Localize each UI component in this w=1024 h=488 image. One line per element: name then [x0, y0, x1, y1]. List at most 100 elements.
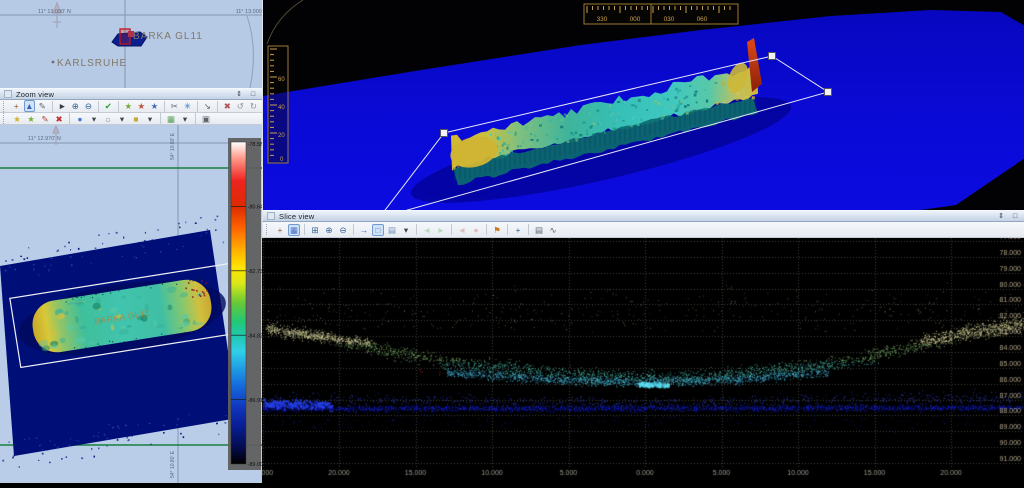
cut-tool-icon[interactable]: ✂: [169, 100, 180, 112]
info-icon[interactable]: ▣: [200, 113, 212, 125]
lon-label-bottom: 54° 10.80' E: [170, 450, 176, 478]
toolbar-grip: [3, 113, 7, 124]
maximize-button[interactable]: □: [1009, 211, 1021, 222]
folder-caret-icon[interactable]: ▾: [144, 113, 156, 125]
pan-tool-icon[interactable]: +: [274, 224, 286, 236]
toolbar-separator: [164, 101, 165, 112]
layout-caret-icon[interactable]: ▾: [400, 224, 412, 236]
folder-icon[interactable]: ■: [130, 113, 142, 125]
selection-handle[interactable]: [825, 89, 832, 96]
zoom-map-view[interactable]: 11° 12.970' N 54° 10.80' E 54° 10.80' E …: [0, 125, 262, 483]
colorbar-label: -80.64: [248, 205, 263, 211]
zoom-view-toolbar-row1: +▲✎►⊕⊖✔★★★✂✳↘✖↺↻: [0, 100, 262, 113]
toolbar-separator: [451, 224, 452, 235]
flag-icon[interactable]: ⚑: [491, 224, 503, 236]
compass-tick-label: 000: [630, 16, 641, 23]
maximize-button[interactable]: □: [247, 89, 259, 100]
grid-view-icon[interactable]: ▦: [288, 224, 300, 236]
toolbar-separator: [98, 101, 99, 112]
slice-plot[interactable]: [262, 238, 1024, 483]
colorbar-label: -86.91: [248, 398, 263, 404]
play-icon[interactable]: →: [358, 224, 370, 236]
spray-tool-icon[interactable]: ✳: [182, 100, 193, 112]
depth-colorbar: -78.56 -80.64 -82.73 -84.82 -86.91 -89.0…: [228, 138, 262, 470]
profile-icon[interactable]: ∿: [547, 224, 559, 236]
zoom-out-icon[interactable]: ⊖: [83, 100, 94, 112]
colorbar-label: -89.00: [248, 462, 263, 468]
elev-tick-label: 60: [278, 77, 285, 83]
shading-icon[interactable]: ☼: [102, 113, 114, 125]
overview-map-view[interactable]: 11° 13.000' N 11° 13.000' N BARKA GL11 K…: [0, 0, 262, 88]
compass-tick-label: 030: [664, 16, 675, 23]
toolbar-separator: [160, 113, 161, 124]
compass-ruler: 330 000 030 060: [584, 4, 738, 24]
toolbar-separator: [507, 224, 508, 235]
colorbar-label: -84.82: [248, 334, 263, 340]
edit-colors-icon[interactable]: ✎: [39, 113, 51, 125]
colorbar-label: -82.73: [248, 269, 263, 275]
zoom-in-icon[interactable]: ⊕: [70, 100, 81, 112]
pan-tool-icon[interactable]: +: [11, 100, 22, 112]
slice-view-titlebar[interactable]: Slice view ⇕□: [262, 210, 1024, 222]
grid-caret-icon[interactable]: ▾: [179, 113, 191, 125]
palette-caret-icon[interactable]: ▾: [88, 113, 100, 125]
stop-red-icon[interactable]: ●: [470, 224, 482, 236]
layout-single-icon[interactable]: □: [372, 224, 384, 236]
window-icon: [4, 90, 12, 98]
north-select-tool-icon[interactable]: ▲: [24, 100, 35, 112]
zoom-map-panel: 11° 12.970' N 54° 10.80' E 54° 10.80' E …: [0, 125, 262, 483]
shading-caret-icon[interactable]: ▾: [116, 113, 128, 125]
fit-extents-icon[interactable]: ⊞: [309, 224, 321, 236]
view3d-canvas[interactable]: 330 000 030 060 60 40 20 0: [263, 0, 1024, 210]
slice-view-toolbar: +▦⊞⊕⊖→□▤▾◄►◄●⚑+▤∿: [262, 222, 1024, 238]
redo-icon[interactable]: ↻: [248, 100, 259, 112]
grid-display-icon[interactable]: ▦: [165, 113, 177, 125]
palette-icon[interactable]: ●: [74, 113, 86, 125]
report-icon[interactable]: ▤: [533, 224, 545, 236]
place-marker-dot: [52, 61, 55, 64]
application-window: 11° 13.000' N 11° 13.000' N BARKA GL11 K…: [0, 0, 1024, 483]
compass-tick-label: 330: [597, 16, 608, 23]
toolbar-separator: [486, 224, 487, 235]
toolbar-separator: [304, 224, 305, 235]
toolbar-separator: [353, 224, 354, 235]
elev-tick-label: 20: [278, 133, 285, 139]
slice-view-title: Slice view: [279, 212, 314, 221]
layer-green-icon[interactable]: ★: [25, 113, 37, 125]
view3d-panel: 330 000 030 060 60 40 20 0: [262, 0, 1024, 210]
crosshair-icon[interactable]: +: [512, 224, 524, 236]
lat-label: 11° 12.970' N: [28, 136, 61, 142]
selection-handle[interactable]: [769, 53, 776, 60]
back-red-icon[interactable]: ◄: [456, 224, 468, 236]
layout-multi-icon[interactable]: ▤: [386, 224, 398, 236]
measure-tool-icon[interactable]: ↘: [202, 100, 213, 112]
dock-pin-button[interactable]: ⇕: [995, 210, 1007, 221]
delete-icon[interactable]: ✖: [53, 113, 65, 125]
zoom-out-icon[interactable]: ⊖: [337, 224, 349, 236]
next-marker-icon[interactable]: ►: [435, 224, 447, 236]
erase-icon[interactable]: ✖: [222, 100, 233, 112]
zoom-in-icon[interactable]: ⊕: [323, 224, 335, 236]
pointer-tool-icon[interactable]: ►: [57, 100, 68, 112]
probe-tool-icon[interactable]: ✎: [37, 100, 48, 112]
lat-label-right: 11° 13.000' N: [236, 9, 262, 15]
lat-label-left: 11° 13.000' N: [38, 9, 71, 15]
colorbar-label: -78.56: [248, 142, 263, 148]
dock-pin-button[interactable]: ⇕: [233, 88, 245, 99]
marker-blue-icon[interactable]: ★: [149, 100, 160, 112]
zoom-view-titlebar[interactable]: Zoom view ⇕□: [0, 88, 262, 100]
toolbar-separator: [118, 101, 119, 112]
accept-icon[interactable]: ✔: [103, 100, 114, 112]
place-label: KARLSRUHE: [57, 58, 127, 69]
toolbar-separator: [528, 224, 529, 235]
layer-yellow-icon[interactable]: ★: [11, 113, 23, 125]
marker-red-icon[interactable]: ★: [136, 100, 147, 112]
prev-marker-icon[interactable]: ◄: [421, 224, 433, 236]
overview-map-panel: 11° 13.000' N 11° 13.000' N BARKA GL11 K…: [0, 0, 262, 88]
marker-green-icon[interactable]: ★: [123, 100, 134, 112]
undo-icon[interactable]: ↺: [235, 100, 246, 112]
elev-tick-label: 40: [278, 105, 285, 111]
window-icon: [267, 212, 275, 220]
toolbar-separator: [52, 101, 53, 112]
selection-handle[interactable]: [441, 130, 448, 137]
